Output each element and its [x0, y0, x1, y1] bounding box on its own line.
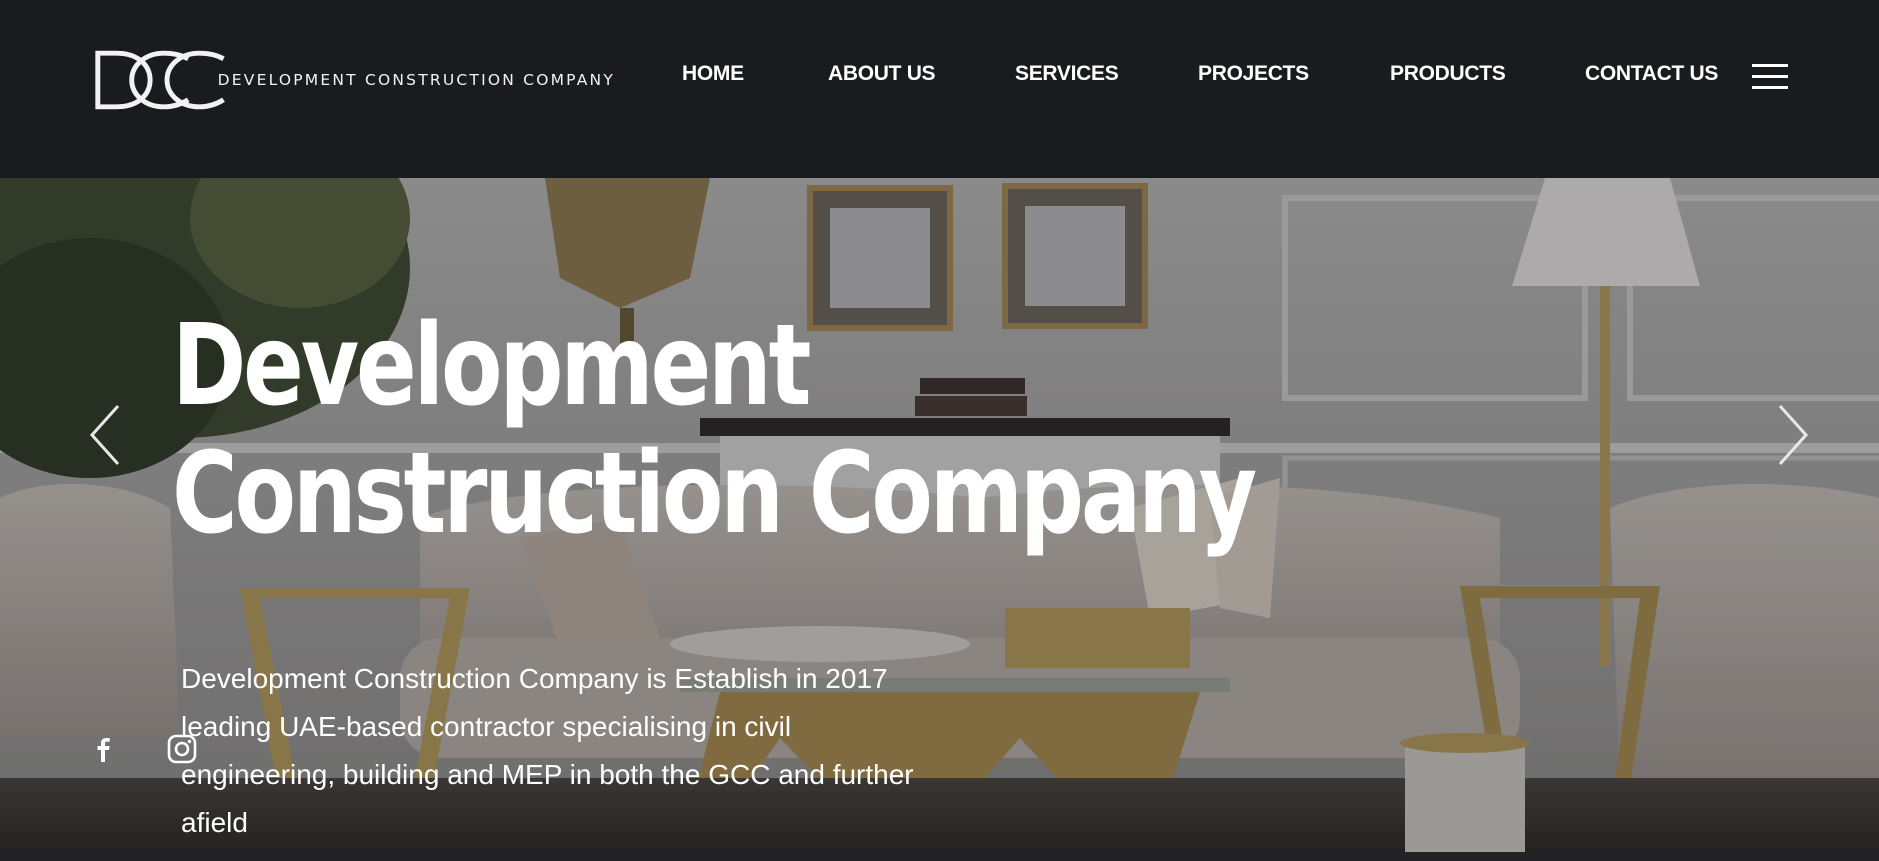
nav-products[interactable]: PRODUCTS	[1390, 62, 1506, 86]
nav-services[interactable]: SERVICES	[1015, 62, 1119, 86]
nav-about-us[interactable]: ABOUT US	[828, 62, 936, 86]
chevron-right-icon[interactable]	[1772, 400, 1812, 470]
main-nav: HOME ABOUT US SERVICES PROJECTS PRODUCTS…	[0, 62, 1879, 96]
hamburger-menu-icon[interactable]	[1752, 64, 1788, 90]
hero-title-line-2: Construction Company	[172, 429, 1257, 559]
hero-title: Development Construction Company	[172, 301, 1257, 559]
hero-title-line-1: Development	[172, 301, 811, 431]
nav-projects[interactable]: PROJECTS	[1198, 62, 1309, 86]
hero-description: Development Construction Company is Esta…	[181, 663, 914, 838]
instagram-icon[interactable]	[165, 732, 199, 766]
chevron-left-icon[interactable]	[86, 400, 126, 470]
site-header: DEVELOPMENT CONSTRUCTION COMPANY HOME AB…	[0, 0, 1879, 178]
facebook-icon[interactable]	[86, 732, 120, 766]
hero-slider: Development Construction Company Develop…	[0, 178, 1879, 852]
nav-home[interactable]: HOME	[682, 62, 744, 86]
nav-contact-us[interactable]: CONTACT US	[1585, 62, 1718, 86]
bottom-strip	[0, 852, 1879, 861]
